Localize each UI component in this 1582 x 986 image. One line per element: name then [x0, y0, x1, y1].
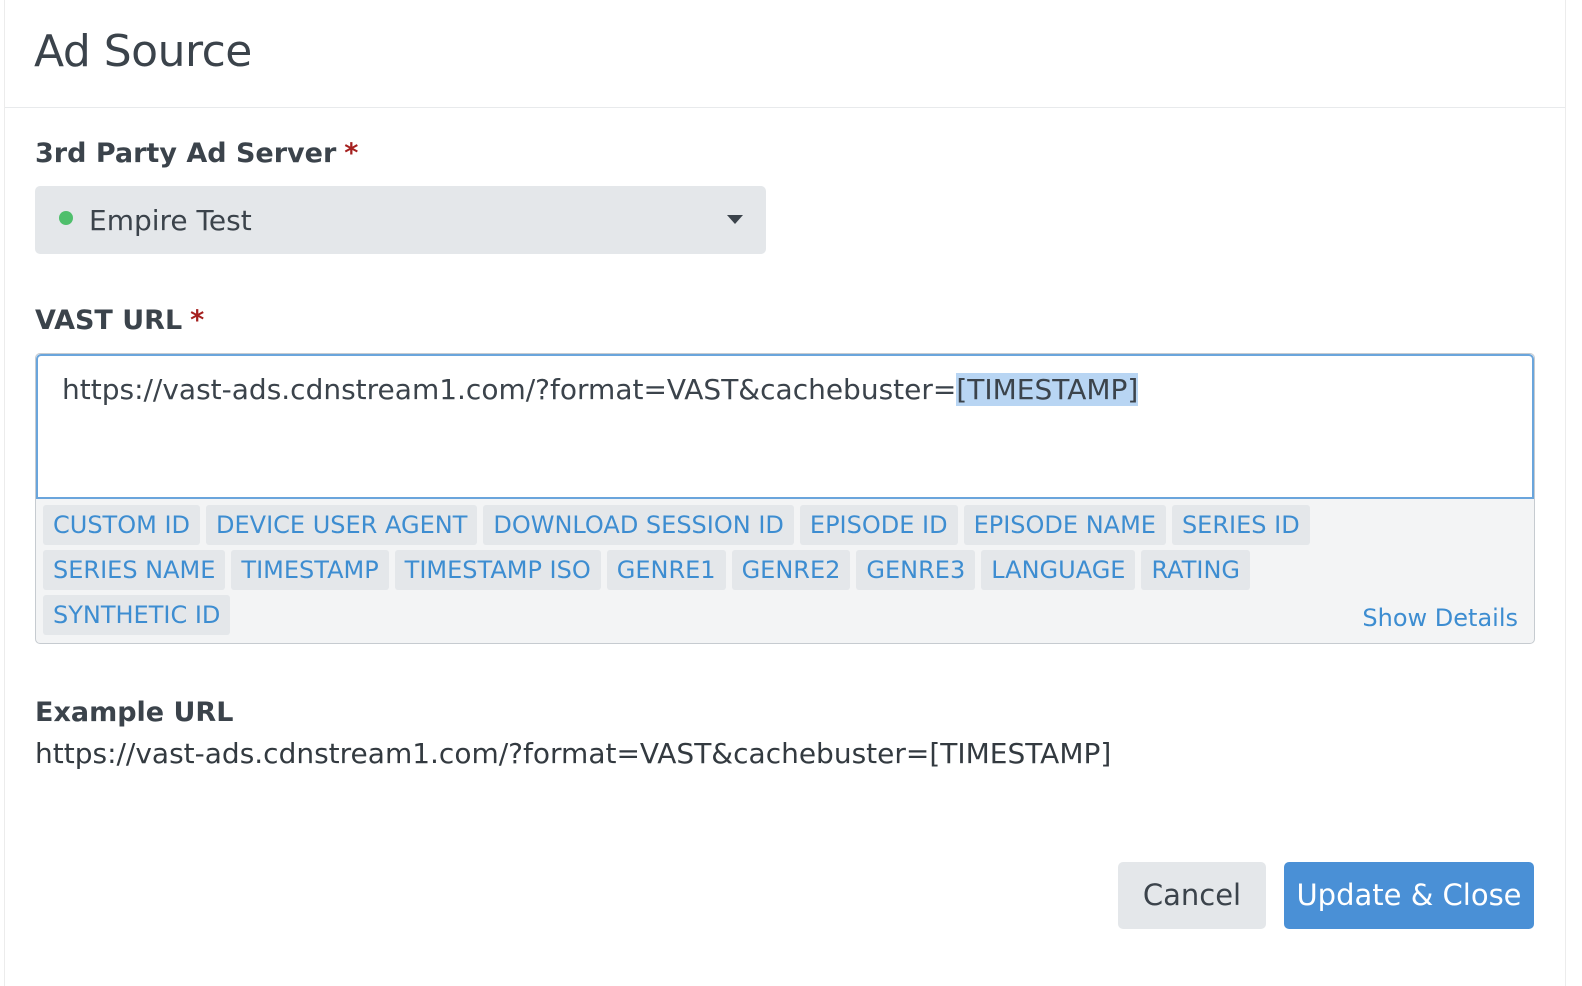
macro-tag-episode-id[interactable]: EPISODE ID [799, 505, 958, 545]
caret-down-icon [727, 215, 743, 224]
macro-tag-timestamp-iso[interactable]: TIMESTAMP ISO [394, 550, 601, 590]
vast-url-label: VAST URL * [35, 305, 204, 336]
macro-tag-custom-id[interactable]: CUSTOM ID [43, 505, 201, 545]
vast-url-text: https://vast-ads.cdnstream1.com/?format=… [62, 373, 957, 406]
ad-source-modal: Ad Source 3rd Party Ad Server * Empire Te… [4, 0, 1566, 986]
required-marker: * [190, 305, 205, 336]
vast-url-editor: https://vast-ads.cdnstream1.com/?format=… [35, 353, 1535, 644]
required-marker: * [344, 138, 359, 169]
example-url-value: https://vast-ads.cdnstream1.com/?format=… [35, 737, 1112, 770]
vast-url-textarea[interactable]: https://vast-ads.cdnstream1.com/?format=… [36, 354, 1534, 499]
macro-tag-genre2[interactable]: GENRE2 [731, 550, 851, 590]
ad-server-select[interactable]: Empire Test [35, 186, 766, 254]
ad-server-selected-value: Empire Test [89, 203, 252, 237]
macro-tag-row: SYNTHETIC ID [43, 595, 1523, 635]
example-url-label: Example URL [35, 697, 234, 728]
macro-tag-series-name[interactable]: SERIES NAME [43, 550, 226, 590]
cancel-button[interactable]: Cancel [1118, 862, 1266, 929]
macro-tag-synthetic-id[interactable]: SYNTHETIC ID [43, 595, 231, 635]
status-dot-icon [59, 211, 73, 225]
macro-tag-row: CUSTOM ID DEVICE USER AGENT DOWNLOAD SESSI… [43, 505, 1523, 545]
ad-server-label-text: 3rd Party Ad Server [35, 138, 337, 169]
macro-tag-series-id[interactable]: SERIES ID [1171, 505, 1310, 545]
macro-tag-episode-name[interactable]: EPISODE NAME [963, 505, 1166, 545]
macro-tags: CUSTOM ID DEVICE USER AGENT DOWNLOAD SESSI… [43, 505, 1523, 640]
vast-url-selected-text: [TIMESTAMP] [956, 373, 1139, 406]
show-details-link[interactable]: Show Details [1362, 604, 1518, 632]
macro-tag-language[interactable]: LANGUAGE [981, 550, 1136, 590]
modal-title: Ad Source [34, 26, 252, 77]
vast-url-label-text: VAST URL [35, 305, 183, 336]
macro-tag-genre1[interactable]: GENRE1 [606, 550, 726, 590]
macro-tag-download-session-id[interactable]: DOWNLOAD SESSION ID [483, 505, 794, 545]
macro-tag-genre3[interactable]: GENRE3 [856, 550, 976, 590]
macro-tag-device-user-agent[interactable]: DEVICE USER AGENT [206, 505, 478, 545]
update-close-button[interactable]: Update & Close [1284, 862, 1534, 929]
macro-tag-row: SERIES NAME TIMESTAMP TIMESTAMP ISO GENRE1 G… [43, 550, 1523, 590]
macro-tag-rating[interactable]: RATING [1141, 550, 1250, 590]
ad-server-label: 3rd Party Ad Server * [35, 138, 358, 169]
macro-tag-timestamp[interactable]: TIMESTAMP [231, 550, 389, 590]
modal-header: Ad Source [5, 0, 1565, 108]
